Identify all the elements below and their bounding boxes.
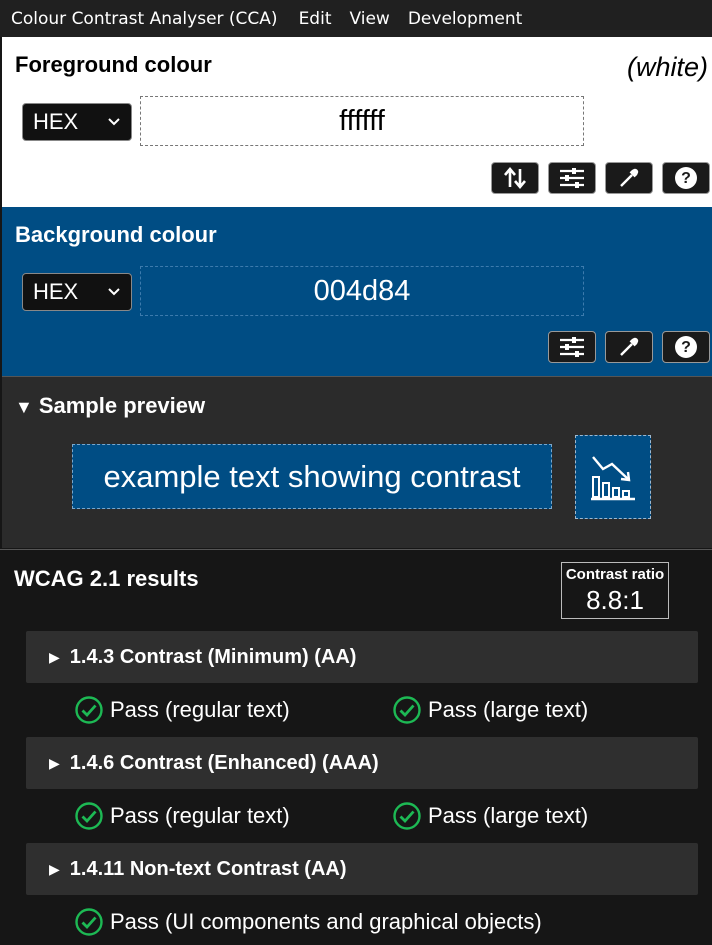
criterion-1-4-6-results: Pass (regular text) Pass (large text) [74, 801, 588, 831]
background-format-select[interactable]: HEX [22, 273, 132, 311]
pass-item: Pass (regular text) [74, 801, 392, 831]
foreground-hex-input[interactable]: ffffff [140, 96, 584, 146]
results-title: WCAG 2.1 results [14, 566, 199, 591]
sample-preview-toggle[interactable]: ▼ Sample preview [15, 393, 205, 419]
pass-item: Pass (regular text) [74, 695, 392, 725]
eyedropper-icon [620, 168, 639, 187]
svg-text:?: ? [681, 339, 691, 356]
triangle-down-icon: ▼ [15, 397, 33, 417]
menu-development[interactable]: Development [408, 9, 522, 29]
pass-label: Pass (regular text) [110, 697, 290, 722]
background-sliders-button[interactable] [548, 331, 596, 363]
swap-icon [504, 166, 526, 190]
chevron-down-icon [108, 118, 120, 126]
background-panel: Background colour HEX 004d84 ? [2, 207, 712, 376]
eyedropper-icon [620, 337, 639, 356]
chevron-down-icon [108, 288, 120, 296]
pass-item: Pass (large text) [392, 695, 588, 725]
menu-edit[interactable]: Edit [299, 9, 332, 29]
menu-app[interactable]: Colour Contrast Analyser (CCA) [11, 9, 278, 29]
criterion-1-4-11-results: Pass (UI components and graphical object… [74, 907, 542, 937]
contrast-ratio-value: 8.8:1 [586, 585, 644, 615]
background-format-value: HEX [33, 279, 79, 304]
sliders-icon [560, 168, 584, 188]
check-circle-icon [75, 802, 103, 830]
background-hex-input[interactable]: 004d84 [140, 266, 584, 316]
criterion-1-4-6[interactable]: ▶ 1.4.6 Contrast (Enhanced) (AAA) [26, 737, 698, 789]
pass-label: Pass (large text) [428, 697, 589, 722]
foreground-panel: Foreground colour (white) HEX ffffff ? [2, 37, 712, 207]
menu-bar: Colour Contrast Analyser (CCA) Edit View… [0, 0, 712, 37]
triangle-right-icon: ▶ [49, 648, 60, 665]
foreground-format-value: HEX [33, 109, 79, 134]
contrast-ratio-box: Contrast ratio 8.8:1 [561, 562, 669, 619]
foreground-title: Foreground colour [15, 52, 212, 77]
pass-item: Pass (large text) [392, 801, 588, 831]
background-tools: ? [548, 331, 710, 363]
sample-preview-panel: ▼ Sample preview example text showing con… [2, 376, 712, 548]
criterion-1-4-3[interactable]: ▶ 1.4.3 Contrast (Minimum) (AA) [26, 631, 698, 683]
check-circle-icon [75, 696, 103, 724]
svg-text:?: ? [681, 170, 691, 187]
foreground-help-button[interactable]: ? [662, 162, 710, 194]
foreground-eyedropper-button[interactable] [605, 162, 653, 194]
sample-text: example text showing contrast [72, 444, 552, 509]
background-help-button[interactable]: ? [662, 331, 710, 363]
foreground-colour-name: (white) [626, 52, 708, 82]
pass-label: Pass (UI components and graphical object… [110, 909, 542, 934]
foreground-tools: ? [491, 162, 710, 194]
sliders-icon [560, 337, 584, 357]
sample-preview-title: Sample preview [38, 393, 206, 418]
criterion-label: 1.4.6 Contrast (Enhanced) (AAA) [69, 751, 379, 774]
pass-label: Pass (large text) [428, 803, 589, 828]
chart-icon [591, 456, 635, 501]
check-circle-icon [75, 908, 103, 936]
pass-label: Pass (regular text) [110, 803, 290, 828]
criterion-label: 1.4.11 Non-text Contrast (AA) [69, 857, 347, 880]
foreground-sliders-button[interactable] [548, 162, 596, 194]
pass-item: Pass (UI components and graphical object… [74, 907, 542, 937]
background-eyedropper-button[interactable] [605, 331, 653, 363]
triangle-right-icon: ▶ [49, 860, 60, 877]
check-circle-icon [393, 802, 421, 830]
foreground-format-select[interactable]: HEX [22, 103, 132, 141]
help-icon: ? [675, 167, 697, 189]
check-circle-icon [393, 696, 421, 724]
contrast-ratio-label: Contrast ratio [565, 566, 665, 583]
criterion-1-4-3-results: Pass (regular text) Pass (large text) [74, 695, 588, 725]
criterion-label: 1.4.3 Contrast (Minimum) (AA) [69, 645, 357, 668]
sample-chart-button[interactable] [575, 435, 651, 519]
triangle-right-icon: ▶ [49, 754, 60, 771]
wcag-results-panel: WCAG 2.1 results Contrast ratio 8.8:1 ▶ … [0, 549, 712, 945]
menu-view[interactable]: View [349, 9, 389, 29]
background-title: Background colour [15, 222, 217, 247]
help-icon: ? [675, 336, 697, 358]
swap-colours-button[interactable] [491, 162, 539, 194]
criterion-1-4-11[interactable]: ▶ 1.4.11 Non-text Contrast (AA) [26, 843, 698, 895]
